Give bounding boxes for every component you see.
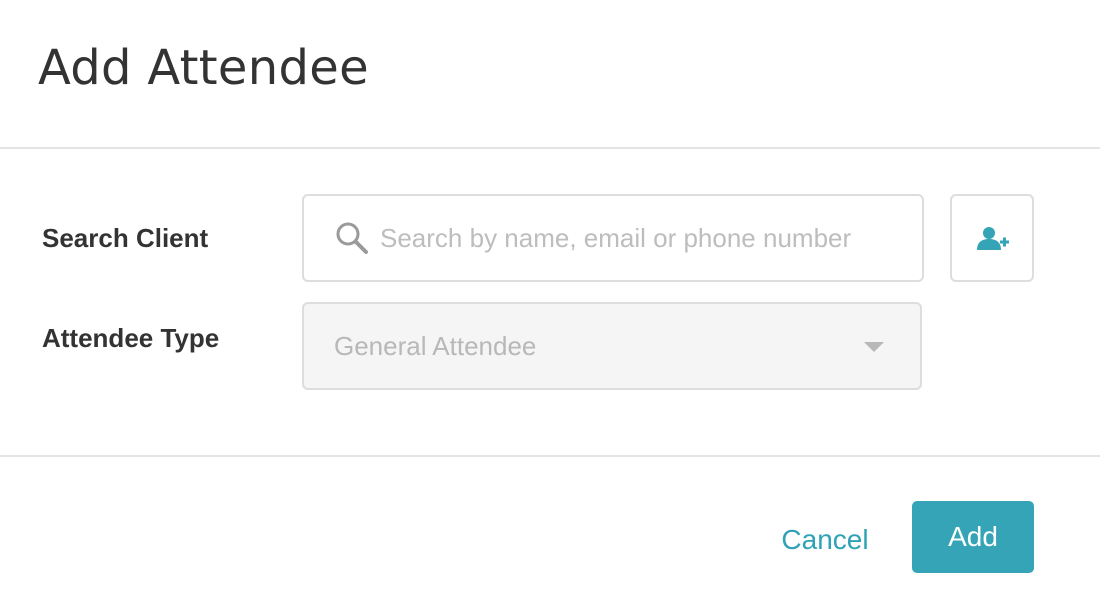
search-icon	[334, 220, 370, 256]
add-button[interactable]: Add	[912, 501, 1034, 573]
cancel-button[interactable]: Cancel	[770, 520, 880, 560]
attendee-type-label: Attendee Type	[42, 323, 220, 353]
search-client-input[interactable]	[380, 196, 910, 280]
dialog-title: Add Attendee	[38, 40, 369, 96]
attendee-type-value: General Attendee	[334, 331, 537, 361]
search-client-label: Search Client	[42, 223, 209, 253]
attendee-type-select[interactable]: General Attendee	[302, 302, 922, 390]
dialog-body: Search Client Attendee Type	[0, 149, 1100, 455]
add-attendee-dialog: Add Attendee Search Client Search by nam…	[0, 0, 1100, 608]
dialog-header: Add Attendee	[0, 0, 1100, 149]
dialog-footer: Cancel Add	[0, 455, 1100, 608]
add-new-client-button[interactable]	[950, 194, 1034, 282]
caret-down-icon	[864, 342, 884, 352]
search-client-field[interactable]	[302, 194, 924, 282]
